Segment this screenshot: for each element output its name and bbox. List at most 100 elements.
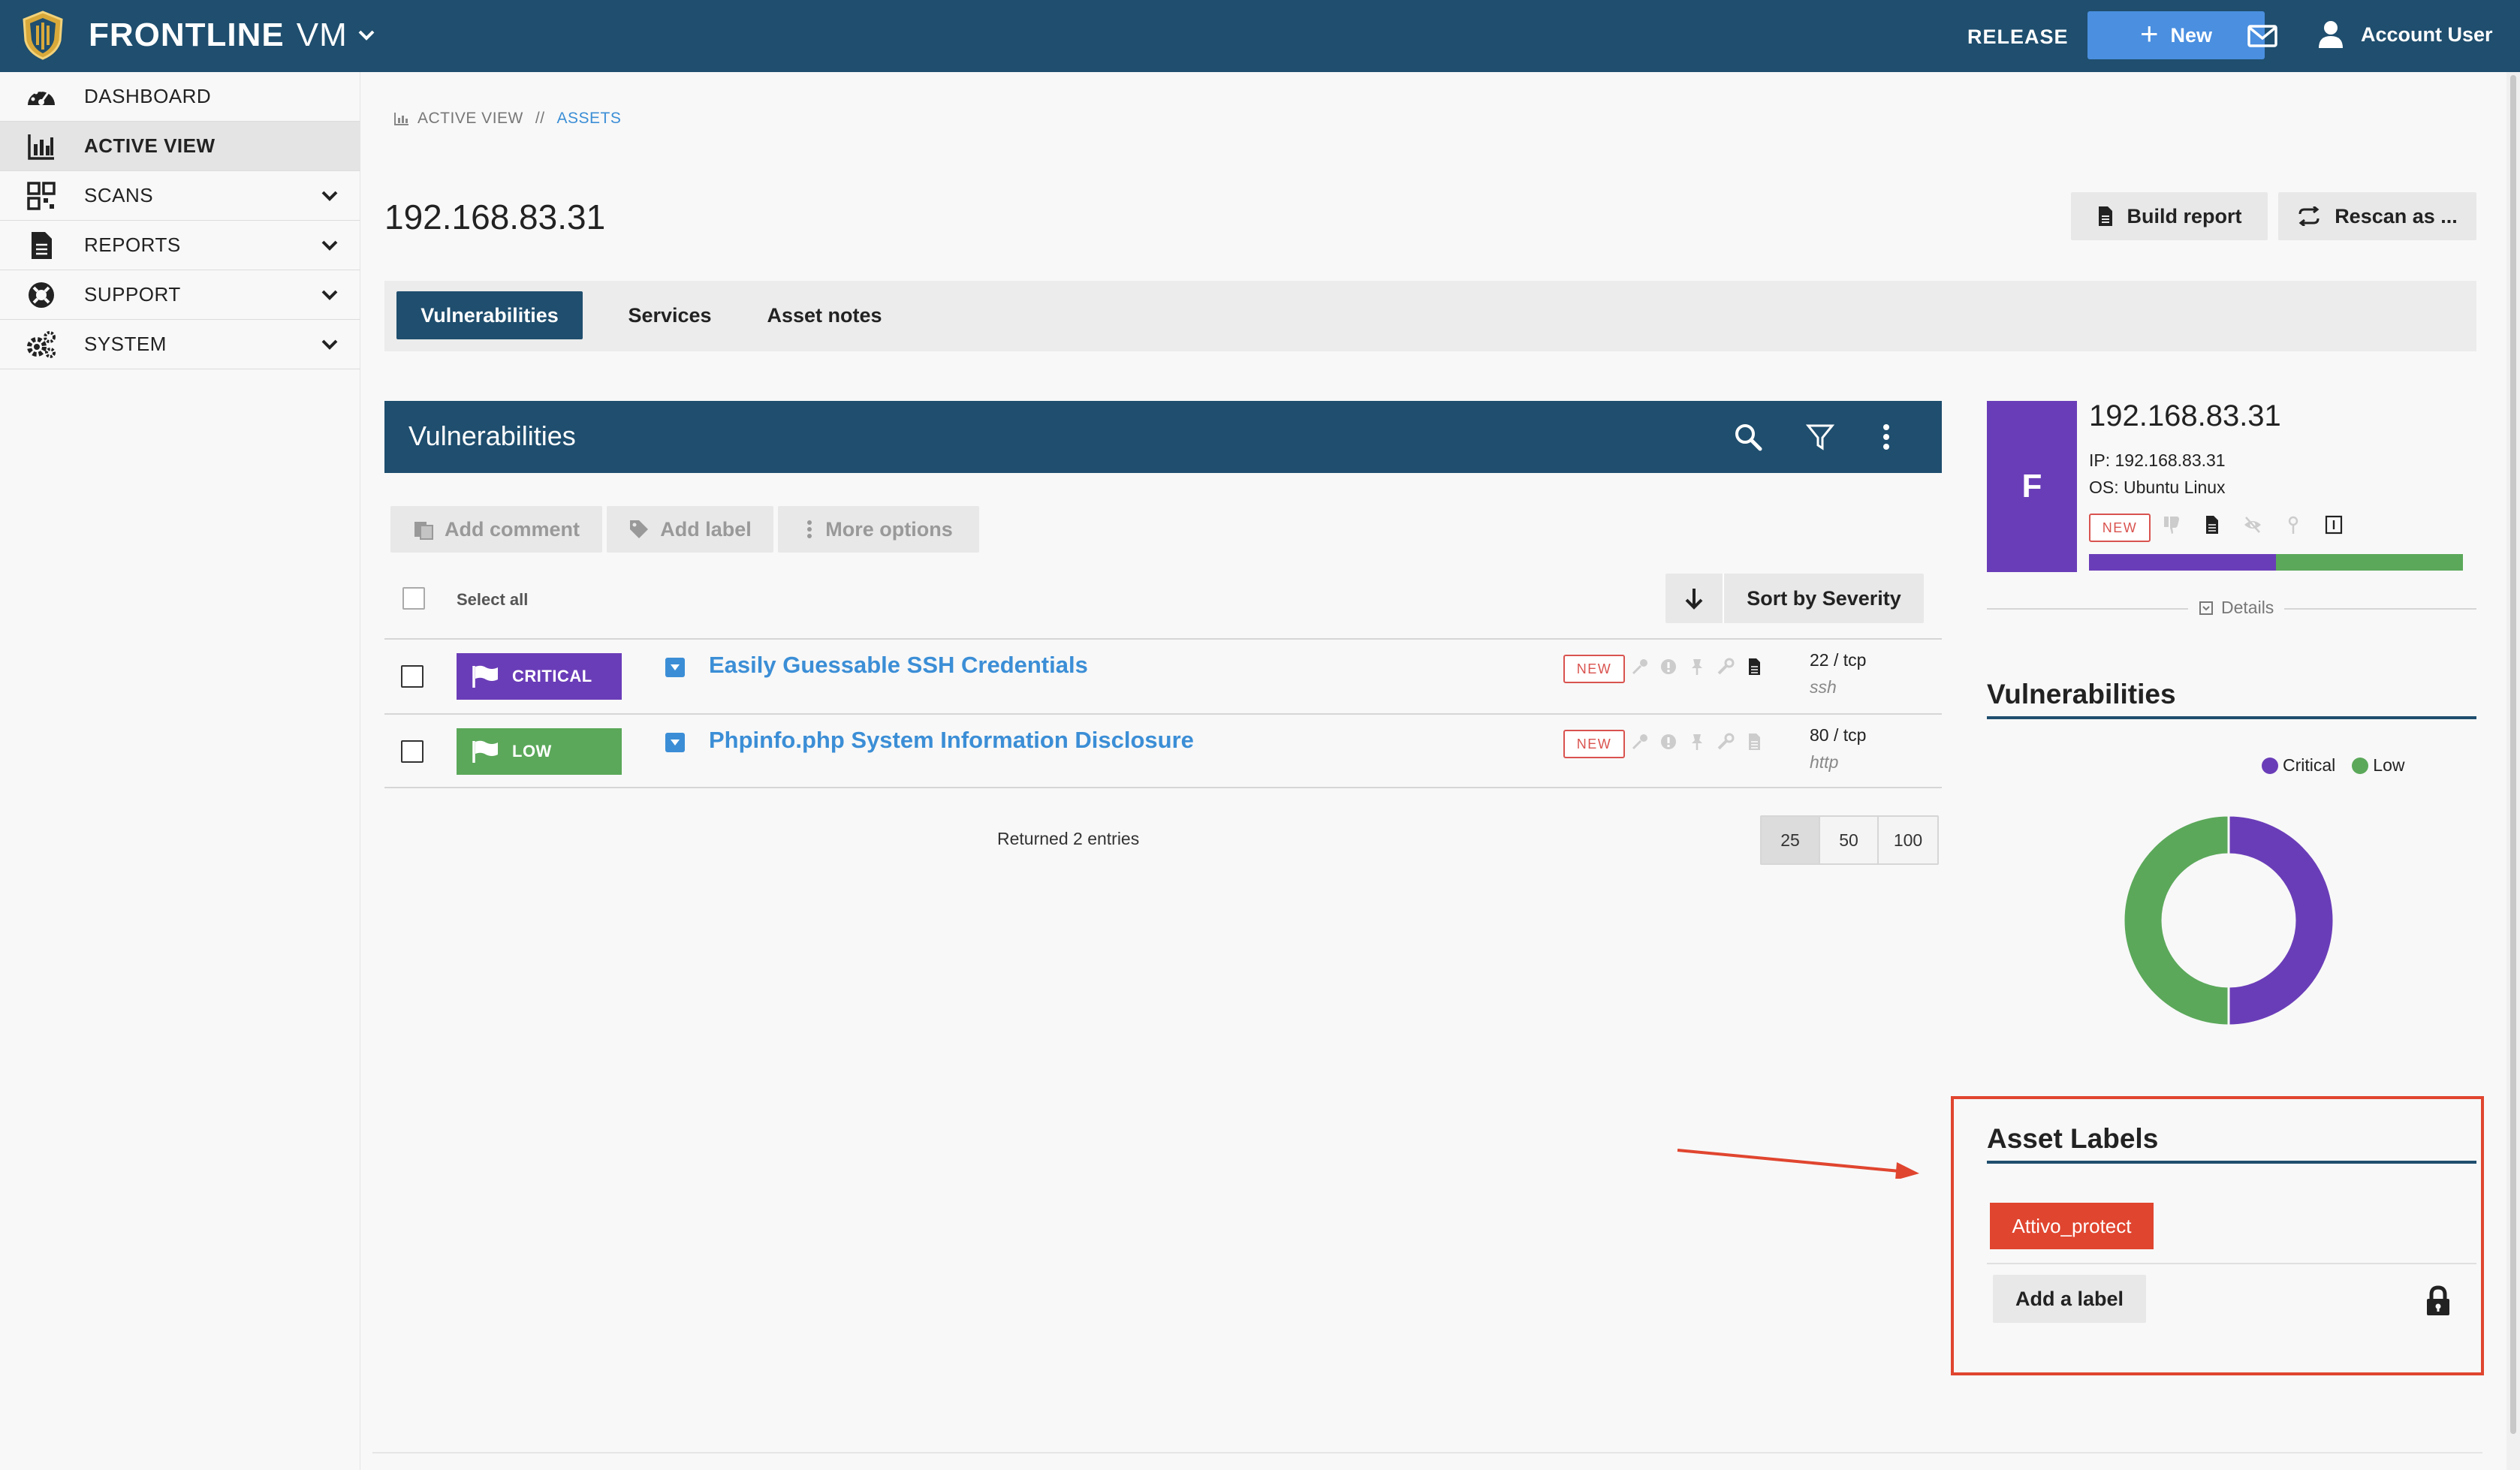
document-icon [32, 231, 52, 259]
add-comment-button[interactable]: Add comment [390, 506, 602, 553]
sidebar-item-label: SUPPORT [84, 283, 181, 306]
comment-icon [414, 522, 433, 540]
chart-title-underline [1987, 716, 2476, 719]
more-vertical-icon[interactable] [1871, 422, 1901, 452]
asset-new-badge: NEW [2089, 514, 2151, 542]
page-size-selector: 25 50 100 [1760, 815, 1939, 865]
expand-row-button[interactable] [665, 658, 685, 677]
key-icon [1632, 734, 1647, 750]
donut-slice-critical[interactable] [2227, 814, 2335, 1027]
more-options-button[interactable]: More options [778, 506, 979, 553]
pin-icon [2288, 516, 2298, 534]
breadcrumb-root[interactable]: ACTIVE VIEW [417, 110, 523, 128]
expand-row-button[interactable] [665, 733, 685, 752]
tab-asset-notes[interactable]: Asset notes [749, 291, 900, 339]
vulnerabilities-donut-chart [2122, 814, 2335, 1027]
tab-services[interactable]: Services [602, 291, 737, 339]
port-value: 22 / tcp [1810, 650, 1867, 670]
severity-bar-critical [2089, 554, 2276, 571]
new-badge: NEW [1563, 730, 1625, 758]
page-title: 192.168.83.31 [384, 197, 606, 236]
caret-down-icon [671, 740, 680, 746]
details-toggle[interactable]: Details [2188, 598, 2285, 618]
asset-labels-underline [1987, 1161, 2476, 1164]
alert-icon [1661, 734, 1676, 749]
expand-box-icon [2199, 601, 2213, 615]
sidebar-item-active-view[interactable]: ACTIVE VIEW [0, 122, 360, 171]
chevron-down-icon [358, 30, 375, 41]
pin-icon [1692, 734, 1702, 750]
sidebar: DASHBOARD ACTIVE VIEW SCANS REPORTS SUPP [0, 72, 360, 1470]
pin-icon [1692, 659, 1702, 675]
row-status-icons [1631, 733, 1763, 751]
bar-chart-icon [394, 113, 408, 125]
labels-divider [1987, 1263, 2476, 1264]
sidebar-item-reports[interactable]: REPORTS [0, 221, 360, 270]
account-menu[interactable]: Account User [2317, 20, 2493, 50]
sidebar-item-label: REPORTS [84, 233, 181, 256]
brand-name: FRONTLINE [89, 17, 285, 53]
release-link[interactable]: RELEASE [1967, 26, 2069, 49]
select-all-checkbox[interactable] [402, 587, 425, 610]
key-icon [1632, 659, 1647, 675]
add-a-label-button[interactable]: Add a label [1993, 1275, 2146, 1323]
sidebar-item-dashboard[interactable]: DASHBOARD [0, 72, 360, 122]
severity-label: CRITICAL [512, 667, 592, 685]
page-size-50[interactable]: 50 [1820, 817, 1879, 863]
plus-icon: + [2139, 16, 2159, 51]
tab-vulnerabilities[interactable]: Vulnerabilities [396, 291, 583, 339]
table-row: LOW Phpinfo.php System Information Discl… [384, 713, 1942, 788]
legend-item-low[interactable]: Low [2352, 755, 2404, 776]
row-checkbox[interactable] [401, 665, 424, 688]
rescan-icon [2298, 206, 2320, 226]
document-icon [2206, 516, 2218, 534]
shield-logo-icon[interactable] [21, 11, 65, 60]
vulnerability-link[interactable]: Phpinfo.php System Information Disclosur… [709, 727, 1194, 754]
breadcrumb-current[interactable]: ASSETS [557, 110, 622, 128]
lock-icon[interactable] [2424, 1285, 2452, 1317]
document-icon [2098, 206, 2112, 226]
vulnerability-link[interactable]: Easily Guessable SSH Credentials [709, 652, 1088, 679]
new-button-label: New [2170, 23, 2213, 47]
account-name: Account User [2361, 23, 2493, 46]
asset-grade: F [1987, 401, 2077, 572]
sidebar-item-system[interactable]: SYSTEM [0, 320, 360, 369]
brand-title[interactable]: FRONTLINE VM [89, 17, 376, 54]
arrow-down-icon [1685, 589, 1703, 610]
page-size-100[interactable]: 100 [1879, 817, 1937, 863]
legend-item-critical[interactable]: Critical [2262, 755, 2335, 776]
page-size-25[interactable]: 25 [1762, 817, 1820, 863]
chevron-down-icon [321, 339, 338, 350]
tag-icon [630, 520, 649, 538]
sidebar-item-label: SYSTEM [84, 333, 167, 355]
sort-direction-button[interactable] [1665, 574, 1724, 623]
add-comment-label: Add comment [444, 517, 580, 541]
rescan-button[interactable]: Rescan as ... [2278, 192, 2476, 240]
search-icon[interactable] [1733, 422, 1763, 452]
sort-by-severity-button[interactable]: Sort by Severity [1724, 587, 1924, 610]
vulnerabilities-header: Vulnerabilities [384, 401, 1942, 473]
filter-icon[interactable] [1805, 422, 1835, 452]
annotation-arrow-icon [1677, 1149, 1919, 1179]
scrollbar-thumb[interactable] [2510, 75, 2516, 1434]
page-scrollbar[interactable] [2506, 72, 2520, 1470]
severity-badge: CRITICAL [457, 653, 622, 700]
severity-bar-low [2276, 554, 2463, 571]
build-report-button[interactable]: Build report [2071, 192, 2268, 240]
new-button[interactable]: + New [2087, 11, 2265, 59]
mail-icon[interactable] [2247, 21, 2278, 51]
donut-slice-low[interactable] [2122, 814, 2230, 1027]
caret-down-icon [671, 664, 680, 670]
sidebar-item-scans[interactable]: SCANS [0, 171, 360, 221]
flag-icon [472, 740, 498, 763]
sidebar-item-label: DASHBOARD [84, 85, 212, 107]
protocol-value: ssh [1810, 677, 1837, 697]
asset-label-chip[interactable]: Attivo_protect [1990, 1203, 2154, 1249]
add-label-button[interactable]: Add label [607, 506, 773, 553]
bar-chart-icon [28, 134, 54, 160]
asset-os: OS: Ubuntu Linux [2089, 477, 2226, 497]
row-checkbox[interactable] [401, 740, 424, 763]
sidebar-item-support[interactable]: SUPPORT [0, 270, 360, 320]
flag-icon [472, 665, 498, 688]
port-value: 80 / tcp [1810, 725, 1867, 745]
